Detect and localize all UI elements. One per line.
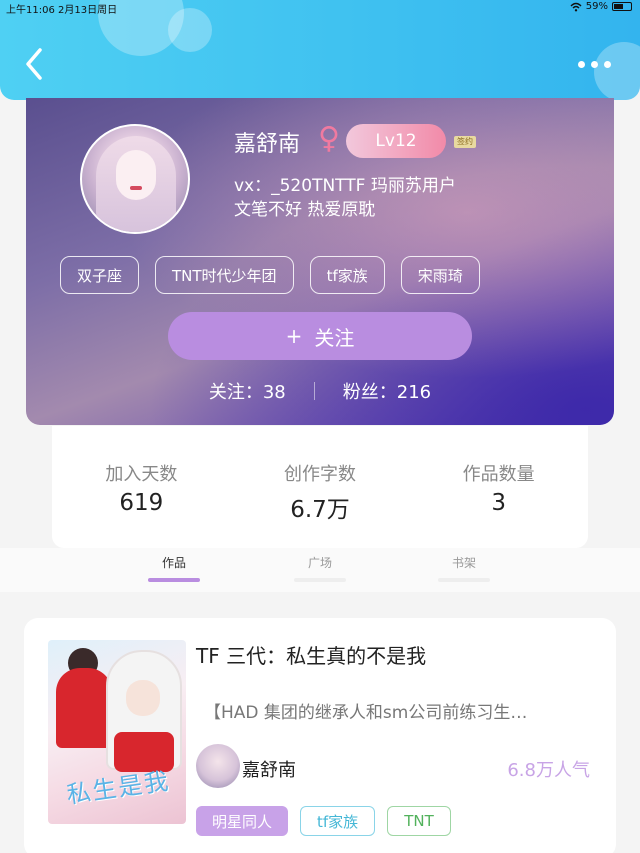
sign-badge: 签约 <box>454 136 476 148</box>
profile-bio: vx：_520TNTTF 玛丽苏用户 文笔不好 热爱原耽 <box>234 174 456 222</box>
work-tag[interactable]: TNT <box>387 806 451 836</box>
status-bar: 上午11:06 2月13日周日 59% <box>0 0 640 16</box>
cover-figure <box>126 680 160 716</box>
battery-icon <box>612 2 632 11</box>
tab-indicator-inactive <box>294 578 346 582</box>
status-right: 59% <box>570 1 632 12</box>
work-title[interactable]: TF 三代：私生真的不是我 <box>196 640 426 669</box>
profile-card: 嘉舒南 ♀ Lv12 签约 vx：_520TNTTF 玛丽苏用户 文笔不好 热爱… <box>26 98 614 425</box>
author-name[interactable]: 嘉舒南 <box>242 756 296 782</box>
followers-count[interactable]: 粉丝：216 <box>343 378 431 404</box>
profile-tag[interactable]: TNT时代少年团 <box>155 256 294 294</box>
work-card[interactable]: 私生是我 TF 三代：私生真的不是我 【HAD 集团的继承人和sm公司前练习生…… <box>24 618 616 853</box>
cover-title-art: 私生是我 <box>64 766 172 810</box>
stat-label: 创作字数 <box>284 464 356 485</box>
status-time: 上午11:06 2月13日周日 <box>6 1 117 16</box>
profile-avatar[interactable] <box>80 124 190 234</box>
work-cover-image[interactable]: 私生是我 <box>48 640 186 824</box>
follow-stats: 关注：38 粉丝：216 <box>26 378 614 404</box>
profile-name: 嘉舒南 <box>234 132 301 157</box>
more-dot <box>591 60 598 68</box>
stat-value: 619 <box>119 490 164 516</box>
bio-line: vx：_520TNTTF 玛丽苏用户 <box>234 176 456 196</box>
level-badge: Lv12 <box>346 124 446 158</box>
status-time-text: 上午11:06 <box>6 5 55 16</box>
stat-value: 3 <box>491 490 506 516</box>
more-dot <box>578 60 585 68</box>
stat-label: 加入天数 <box>105 464 178 485</box>
profile-tag[interactable]: tf家族 <box>309 256 385 294</box>
popularity-count: 6.8万人气 <box>507 760 590 781</box>
top-header: 上午11:06 2月13日周日 59% <box>0 0 640 100</box>
follow-label: 关注 <box>314 325 355 350</box>
stat-join-days: 加入天数 619 <box>52 426 231 548</box>
tab-indicator-inactive <box>438 578 490 582</box>
stat-value: 6.7万 <box>290 497 350 523</box>
battery-percent: 59% <box>585 1 608 12</box>
profile-tag[interactable]: 双子座 <box>60 256 140 294</box>
back-button[interactable] <box>18 44 54 84</box>
tab-works[interactable]: 作品 <box>144 554 204 571</box>
chevron-left-icon <box>26 48 42 80</box>
avatar-face <box>116 150 156 200</box>
female-icon: ♀ <box>318 121 340 156</box>
cover-figure <box>56 668 112 748</box>
profile-tag[interactable]: 宋雨琦 <box>400 256 480 294</box>
tab-indicator <box>148 578 200 582</box>
battery-fill <box>614 4 624 9</box>
work-tag[interactable]: tf家族 <box>300 806 376 836</box>
tab-square[interactable]: 广场 <box>290 554 350 571</box>
avatar-lips <box>130 186 142 190</box>
status-date-text: 2月13日周日 <box>58 5 118 16</box>
plus-icon: + <box>285 324 303 348</box>
work-summary: 【HAD 集团的继承人和sm公司前练习生… <box>204 703 528 723</box>
work-tags: 明星同人 tf家族 TNT <box>196 806 451 836</box>
more-button[interactable] <box>578 56 618 72</box>
tab-bar: 作品 广场 书架 <box>0 548 640 592</box>
author-avatar[interactable] <box>196 744 240 788</box>
profile-tags: 双子座 TNT时代少年团 tf家族 宋雨琦 <box>60 256 480 294</box>
work-tag[interactable]: 明星同人 <box>196 806 289 836</box>
follow-button[interactable]: + 关注 <box>168 312 472 360</box>
stat-word-count: 创作字数 6.7万 <box>231 426 410 548</box>
tab-bookshelf[interactable]: 书架 <box>434 554 494 571</box>
bio-line: 文笔不好 热爱原耽 <box>234 200 376 220</box>
stat-work-count: 作品数量 3 <box>409 426 588 548</box>
divider <box>313 382 315 400</box>
more-dot <box>604 60 611 68</box>
wifi-icon <box>570 2 582 11</box>
following-count[interactable]: 关注：38 <box>209 378 286 404</box>
stat-label: 作品数量 <box>462 464 535 485</box>
stats-card: 加入天数 619 创作字数 6.7万 作品数量 3 <box>52 426 588 548</box>
